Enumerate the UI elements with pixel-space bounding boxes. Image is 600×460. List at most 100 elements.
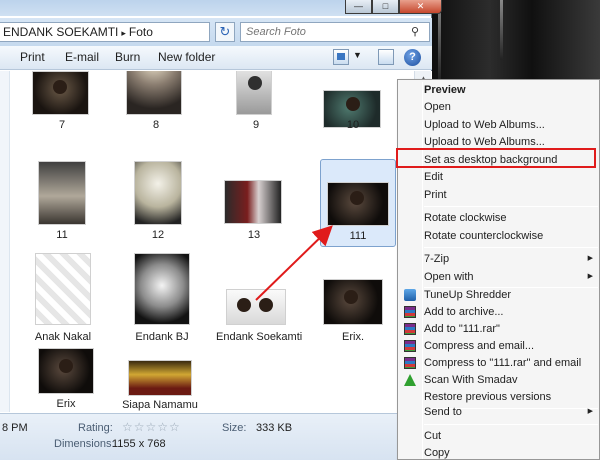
details-pane: 8 PM Rating: ☆☆☆☆☆ Size: 333 KB Dimensio… bbox=[0, 413, 432, 460]
file-item[interactable]: 13 bbox=[224, 180, 284, 246]
search-box[interactable]: ⚲ bbox=[240, 22, 430, 42]
address-bar: ENDANK SOEKAMTI▸Foto ↻ ⚲ bbox=[0, 18, 432, 46]
file-item[interactable]: Erix bbox=[38, 348, 98, 412]
thumbnail-image bbox=[38, 161, 86, 225]
thumbnail-image bbox=[224, 180, 282, 224]
file-item[interactable]: 8 bbox=[126, 71, 186, 143]
file-item[interactable]: 11 bbox=[38, 161, 90, 247]
menu-separator bbox=[424, 247, 598, 248]
highlight-box bbox=[396, 148, 596, 168]
change-view-icon[interactable] bbox=[333, 49, 349, 65]
thumbnail-image bbox=[35, 253, 91, 325]
menu-item-cut[interactable]: Cut bbox=[400, 427, 599, 445]
menu-item-label: Add to "111.rar" bbox=[424, 323, 500, 335]
size-label: Size: bbox=[222, 422, 247, 434]
dimensions-value: 1155 x 768 bbox=[112, 438, 166, 450]
menu-item-label: Upload to Web Albums... bbox=[424, 119, 545, 131]
menu-item-compress-rar-email[interactable]: Compress to "111.rar" and email bbox=[400, 354, 599, 372]
thumbnail-image bbox=[32, 71, 89, 115]
menu-item-open-with[interactable]: Open with ▶ bbox=[400, 268, 599, 286]
menu-item-rotate-clockwise[interactable]: Rotate clockwise bbox=[400, 209, 599, 227]
file-label: 7 bbox=[58, 119, 66, 131]
file-item-selected[interactable]: 111 bbox=[320, 159, 396, 247]
menu-item-label: 7-Zip bbox=[424, 253, 450, 265]
menu-item-label: Add to archive... bbox=[424, 306, 504, 318]
burn-button[interactable]: Burn bbox=[115, 50, 140, 64]
menu-item-label: Edit bbox=[424, 171, 443, 183]
menu-item-label: Open with bbox=[424, 271, 474, 283]
winrar-icon bbox=[404, 357, 416, 369]
thumbnail-image bbox=[323, 279, 383, 325]
file-item[interactable]: 10 bbox=[323, 90, 383, 142]
dimensions-label: Dimensions: bbox=[54, 438, 115, 450]
thumbnail-image bbox=[327, 182, 389, 226]
menu-item-open[interactable]: Open bbox=[400, 98, 599, 116]
file-item[interactable]: Endank Soekamti bbox=[216, 289, 302, 345]
breadcrumb[interactable]: ENDANK SOEKAMTI ▸ Foto bbox=[0, 22, 210, 42]
file-label: 13 bbox=[247, 229, 261, 241]
navigation-pane-edge bbox=[0, 71, 10, 412]
winrar-icon bbox=[404, 340, 416, 352]
menu-item-label: Preview bbox=[424, 84, 466, 96]
breadcrumb-item-endank-soekamti[interactable]: ENDANK SOEKAMTI bbox=[3, 25, 118, 39]
search-input[interactable] bbox=[241, 23, 401, 41]
smadav-icon bbox=[404, 374, 416, 386]
file-item[interactable]: Siapa Namamu bbox=[122, 360, 198, 412]
menu-item-edit[interactable]: Edit bbox=[400, 168, 599, 186]
menu-item-7zip[interactable]: 7-Zip ▶ bbox=[400, 250, 599, 268]
menu-item-print[interactable]: Print bbox=[400, 186, 599, 204]
file-item[interactable]: 9 bbox=[236, 71, 276, 143]
chevron-down-icon[interactable]: ▼ bbox=[353, 50, 362, 60]
window-caption-buttons: — □ ✕ bbox=[345, 0, 442, 14]
thumbnail-image bbox=[126, 71, 182, 115]
email-button[interactable]: E-mail bbox=[65, 50, 99, 64]
menu-item-compress-email[interactable]: Compress and email... bbox=[400, 337, 599, 355]
file-item[interactable]: 12 bbox=[134, 161, 186, 247]
menu-separator bbox=[424, 206, 598, 207]
help-icon[interactable]: ? bbox=[404, 49, 421, 66]
breadcrumb-separator-icon[interactable]: ▸ bbox=[121, 24, 126, 41]
preview-pane-icon[interactable] bbox=[378, 49, 394, 65]
menu-item-label: Print bbox=[424, 189, 447, 201]
submenu-arrow-icon: ▶ bbox=[587, 408, 593, 415]
file-label: Endank BJ bbox=[135, 331, 189, 343]
file-item[interactable]: 7 bbox=[32, 71, 92, 143]
explorer-window: ENDANK SOEKAMTI▸Foto ↻ ⚲ Print E-mail Bu… bbox=[0, 0, 432, 460]
print-button[interactable]: Print bbox=[20, 50, 45, 64]
file-item[interactable]: Erix. bbox=[323, 279, 385, 345]
context-menu: Preview Open Upload to Web Albums... Upl… bbox=[397, 79, 600, 460]
thumbnail-image bbox=[236, 71, 272, 115]
menu-item-rotate-counterclockwise[interactable]: Rotate counterclockwise bbox=[400, 227, 599, 245]
file-label: Anak Nakal bbox=[34, 331, 92, 343]
rating-stars-icon[interactable]: ☆☆☆☆☆ bbox=[122, 420, 181, 434]
menu-item-label: Send to bbox=[424, 406, 462, 418]
menu-item-scan-smadav[interactable]: Scan With Smadav bbox=[400, 371, 599, 389]
new-folder-button[interactable]: New folder bbox=[158, 50, 215, 64]
minimize-icon[interactable]: — bbox=[345, 0, 372, 14]
submenu-arrow-icon: ▶ bbox=[587, 273, 593, 280]
menu-item-tuneup-shredder[interactable]: TuneUp Shredder bbox=[400, 286, 599, 304]
thumbnail-image bbox=[226, 289, 286, 325]
file-label: 8 bbox=[152, 119, 160, 131]
menu-item-preview[interactable]: Preview bbox=[400, 81, 599, 99]
menu-item-add-to-rar[interactable]: Add to "111.rar" bbox=[400, 320, 599, 338]
breadcrumb-item-foto[interactable]: Foto bbox=[129, 25, 153, 39]
maximize-icon[interactable]: □ bbox=[372, 0, 399, 14]
thumbnail-image bbox=[128, 360, 192, 396]
menu-item-add-to-archive[interactable]: Add to archive... bbox=[400, 303, 599, 321]
menu-item-upload-web-albums[interactable]: Upload to Web Albums... bbox=[400, 116, 599, 134]
file-list: 7 8 9 10 11 12 13 111 Anak Nakal Endank … bbox=[0, 71, 432, 412]
search-icon[interactable]: ⚲ bbox=[411, 25, 425, 39]
file-item[interactable]: Anak Nakal bbox=[35, 253, 95, 345]
submenu-arrow-icon: ▶ bbox=[587, 255, 593, 262]
file-item[interactable]: Endank BJ bbox=[134, 253, 194, 345]
menu-item-send-to[interactable]: Send to ▶ bbox=[400, 403, 599, 421]
close-icon[interactable]: ✕ bbox=[399, 0, 442, 14]
menu-item-label: Open bbox=[424, 101, 451, 113]
menu-item-copy[interactable]: Copy bbox=[400, 444, 599, 460]
refresh-button[interactable]: ↻ bbox=[215, 22, 235, 42]
menu-item-label: Scan With Smadav bbox=[424, 374, 518, 386]
menu-item-label: Copy bbox=[424, 447, 450, 459]
file-label: 111 bbox=[349, 230, 367, 242]
thumbnail-image bbox=[134, 161, 182, 225]
